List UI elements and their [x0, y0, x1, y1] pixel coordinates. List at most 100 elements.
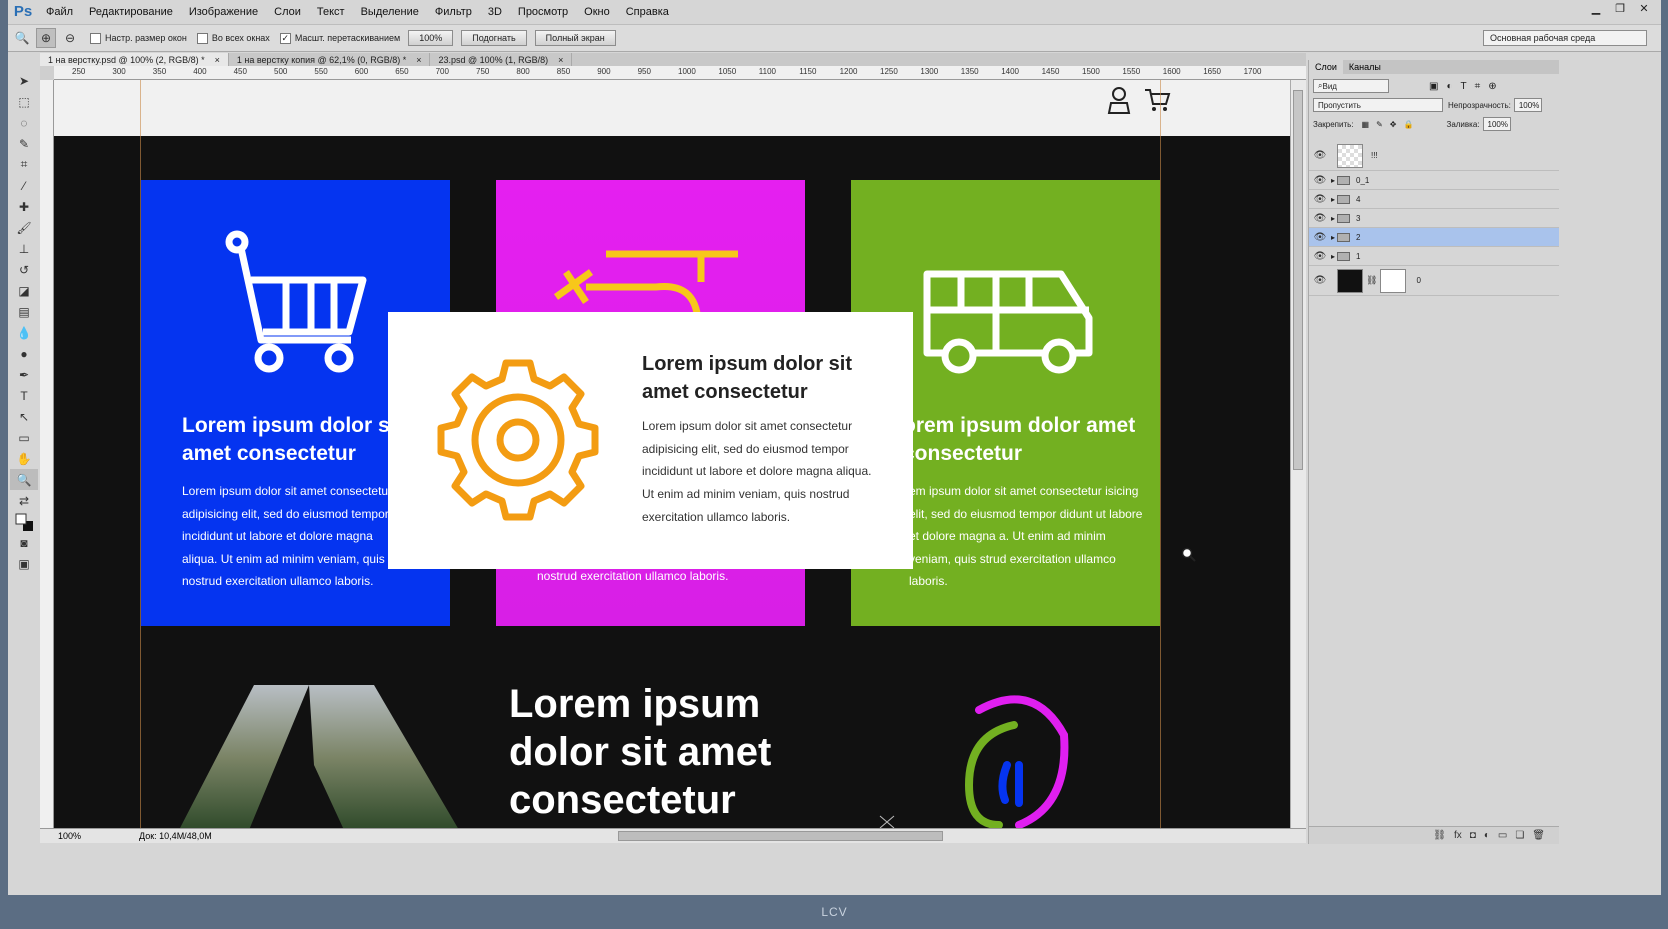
- horizontal-ruler[interactable]: 250 300 350 400 450 500 550 600 650 700 750 800 850 9…: [54, 66, 1306, 80]
- vertical-scrollbar[interactable]: [1290, 80, 1306, 828]
- eye-icon[interactable]: 👁: [1309, 213, 1331, 224]
- shape-tool-icon[interactable]: ▭: [10, 427, 38, 448]
- swap-colors-icon[interactable]: ⇄: [10, 490, 38, 511]
- layer-item[interactable]: 👁 ▸ 1: [1309, 247, 1559, 266]
- trash-icon[interactable]: 🗑: [1532, 830, 1545, 841]
- close-tab-icon[interactable]: ×: [416, 55, 421, 65]
- dodge-tool-icon[interactable]: ●: [10, 343, 38, 364]
- fx-icon[interactable]: fx: [1454, 830, 1462, 841]
- quick-select-tool-icon[interactable]: ✎: [10, 133, 38, 154]
- hand-tool-icon[interactable]: ✋: [10, 448, 38, 469]
- layer-item[interactable]: 👁 ▸ 3: [1309, 209, 1559, 228]
- expand-arrow-icon[interactable]: ▸: [1331, 176, 1335, 185]
- lock-icons[interactable]: ▦✎✥🔒: [1362, 120, 1421, 129]
- feature-popup: Lorem ipsum dolor sit amet consectetur L…: [388, 312, 913, 569]
- new-group-icon[interactable]: ▭: [1498, 830, 1507, 841]
- menu-filter[interactable]: Фильтр: [427, 6, 480, 18]
- fit-screen-button[interactable]: Подогнать: [461, 30, 527, 46]
- marquee-tool-icon[interactable]: ⬚: [10, 91, 38, 112]
- layer-item[interactable]: 👁 ⛓ 0: [1309, 266, 1559, 296]
- fill-screen-button[interactable]: Полный экран: [534, 30, 616, 46]
- vertical-ruler[interactable]: [40, 80, 54, 828]
- zoom-in-icon[interactable]: ⊕: [36, 28, 56, 48]
- eye-icon[interactable]: 👁: [1309, 251, 1331, 262]
- eyedropper-tool-icon[interactable]: ⁄: [10, 175, 38, 196]
- expand-arrow-icon[interactable]: ▸: [1331, 195, 1335, 204]
- layer-item[interactable]: 👁 !!!: [1309, 141, 1559, 171]
- canvas[interactable]: Lorem ipsum dolor sit amet consectetur L…: [54, 80, 1290, 828]
- opacity-input[interactable]: 100%: [1513, 98, 1542, 112]
- menu-edit[interactable]: Редактирование: [81, 6, 181, 18]
- eye-icon[interactable]: 👁: [1309, 175, 1331, 186]
- add-mask-icon[interactable]: ◘: [1470, 830, 1476, 841]
- tab-layers[interactable]: Слои: [1309, 60, 1343, 74]
- type-tool-icon[interactable]: T: [10, 385, 38, 406]
- layer-filter-select[interactable]: ⌕ Вид: [1313, 79, 1389, 93]
- menu-layers[interactable]: Слои: [266, 6, 309, 18]
- zoom-out-icon[interactable]: ⊖: [60, 28, 80, 48]
- layer-item[interactable]: 👁 ▸ 0_1: [1309, 171, 1559, 190]
- screen-mode-icon[interactable]: ▣: [10, 553, 38, 574]
- zoom-tool-icon[interactable]: 🔍: [12, 28, 32, 48]
- all-windows-checkbox[interactable]: Во всех окнах: [196, 32, 270, 44]
- eye-icon[interactable]: 👁: [1309, 194, 1331, 205]
- close-tab-icon[interactable]: ×: [215, 55, 220, 65]
- expand-arrow-icon[interactable]: ▸: [1331, 233, 1335, 242]
- close-tab-icon[interactable]: ×: [558, 55, 563, 65]
- fill-input[interactable]: 100%: [1482, 117, 1511, 131]
- document-tab[interactable]: 1 на верстку.psd @ 100% (2, RGB/8) * ×: [40, 53, 229, 66]
- healing-tool-icon[interactable]: ✚: [10, 196, 38, 217]
- layer-item[interactable]: 👁 ▸ 4: [1309, 190, 1559, 209]
- color-swatches-icon[interactable]: [10, 511, 38, 532]
- minimize-icon[interactable]: ▁: [1585, 0, 1607, 17]
- workspace-select[interactable]: Основная рабочая среда: [1483, 30, 1647, 46]
- expand-arrow-icon[interactable]: ▸: [1331, 214, 1335, 223]
- tab-channels[interactable]: Каналы: [1343, 60, 1387, 74]
- history-brush-tool-icon[interactable]: ↺: [10, 259, 38, 280]
- path-select-tool-icon[interactable]: ↖: [10, 406, 38, 427]
- document-tab[interactable]: 1 на верстку копия @ 62,1% (0, RGB/8) * ×: [229, 53, 431, 66]
- eraser-tool-icon[interactable]: ◪: [10, 280, 38, 301]
- menu-3d[interactable]: 3D: [480, 6, 510, 18]
- lasso-tool-icon[interactable]: ◌: [10, 112, 38, 133]
- menu-view[interactable]: Просмотр: [510, 6, 576, 18]
- menu-type[interactable]: Текст: [309, 6, 353, 18]
- move-tool-icon[interactable]: ➤: [10, 70, 38, 91]
- link-icon: ⛓: [1366, 275, 1378, 285]
- quick-mask-icon[interactable]: ◙: [10, 532, 38, 553]
- zoom-100-button[interactable]: 100%: [408, 30, 454, 46]
- expand-arrow-icon[interactable]: ▸: [1331, 252, 1335, 261]
- resize-windows-checkbox[interactable]: Настр. размер окон: [90, 32, 187, 44]
- vertical-scroll-thumb[interactable]: [1293, 90, 1303, 470]
- horizontal-scroll-thumb[interactable]: [618, 831, 943, 841]
- blur-tool-icon[interactable]: 💧: [10, 322, 38, 343]
- brush-tool-icon[interactable]: 🖌: [10, 217, 38, 238]
- adjustment-icon[interactable]: ◐: [1484, 830, 1490, 841]
- gradient-tool-icon[interactable]: ▤: [10, 301, 38, 322]
- scrubby-zoom-checkbox[interactable]: ✓ Масшт. перетаскиванием: [279, 32, 400, 44]
- new-layer-icon[interactable]: ❏: [1515, 830, 1524, 841]
- menu-select[interactable]: Выделение: [353, 6, 427, 18]
- menu-window[interactable]: Окно: [576, 6, 618, 18]
- ruler-tick: 1450: [1041, 67, 1060, 76]
- filter-icons[interactable]: ▣◐T⌗⊕: [1429, 81, 1505, 92]
- restore-icon[interactable]: ❐: [1609, 0, 1631, 17]
- folder-icon: [1337, 251, 1351, 261]
- pen-tool-icon[interactable]: ✒: [10, 364, 38, 385]
- folder-icon: [1337, 175, 1351, 185]
- document-tab[interactable]: 23.psd @ 100% (1, RGB/8) ×: [430, 53, 573, 66]
- menu-file[interactable]: Файл: [38, 6, 81, 18]
- eye-icon[interactable]: 👁: [1309, 150, 1331, 161]
- eye-icon[interactable]: 👁: [1309, 275, 1331, 286]
- zoom-level[interactable]: 100%: [58, 831, 81, 841]
- menu-image[interactable]: Изображение: [181, 6, 266, 18]
- crop-tool-icon[interactable]: ⌗: [10, 154, 38, 175]
- zoom-tool-icon[interactable]: 🔍: [10, 469, 38, 490]
- blend-mode-select[interactable]: Пропустить: [1313, 98, 1443, 112]
- layer-item-selected[interactable]: 👁 ▸ 2: [1309, 228, 1559, 247]
- eye-icon[interactable]: 👁: [1309, 232, 1331, 243]
- link-layers-icon[interactable]: ⛓: [1433, 830, 1446, 841]
- close-icon[interactable]: ✕: [1633, 0, 1655, 17]
- stamp-tool-icon[interactable]: ⊥: [10, 238, 38, 259]
- menu-help[interactable]: Справка: [618, 6, 677, 18]
